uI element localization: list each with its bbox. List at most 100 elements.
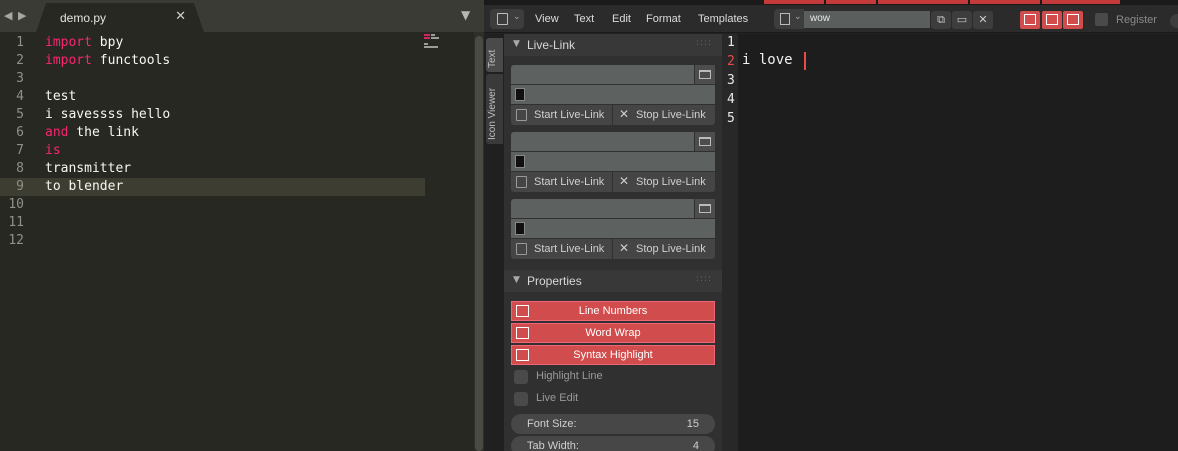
code-line[interactable]: test [45, 88, 76, 106]
start-live-link-button[interactable]: Start Live-Link [511, 239, 612, 259]
keyword-token: and [45, 125, 69, 140]
text-document-icon [780, 13, 790, 25]
chevron-down-icon: ⌄ [794, 12, 802, 22]
unlink-text-icon[interactable]: ✕ [973, 11, 993, 29]
run-script-button[interactable] [1170, 14, 1178, 28]
line-number: 12 [8, 233, 24, 248]
drag-grip-icon[interactable]: :::: [696, 38, 712, 48]
line-number: 11 [8, 215, 24, 230]
stop-live-link-button[interactable]: ✕ Stop Live-Link [613, 172, 715, 192]
line-numbers-icon [516, 305, 529, 317]
code-text: i savessss hello [45, 107, 171, 122]
code-line[interactable]: is [45, 142, 61, 160]
code-line[interactable]: and the link [45, 124, 139, 142]
register-checkbox[interactable] [1095, 13, 1108, 26]
drag-grip-icon[interactable]: :::: [696, 274, 712, 284]
link-icon [516, 109, 527, 121]
tab-icon-viewer[interactable]: Icon Viewer [486, 74, 503, 144]
code-text: bpy [91, 35, 124, 50]
highlight-line-label: Highlight Line [536, 370, 603, 382]
live-link-panel-header[interactable]: ▼ Live-Link :::: [504, 34, 722, 56]
code-line[interactable]: import functools [45, 52, 170, 70]
line-number: 3 [16, 71, 24, 86]
line-number: 2 [727, 54, 735, 69]
vertical-scrollbar[interactable] [474, 32, 484, 451]
register-label: Register [1116, 14, 1157, 26]
properties-panel-header[interactable]: ▼ Properties :::: [504, 270, 722, 292]
code-line[interactable]: to blender [45, 178, 123, 196]
open-folder-icon[interactable]: ▭ [952, 11, 972, 29]
editor-type-dropdown[interactable]: ⌄ [490, 9, 524, 29]
code-text: the link [68, 125, 139, 140]
menu-edit[interactable]: Edit [612, 13, 631, 25]
font-size-field[interactable]: Font Size: 15 [511, 414, 715, 434]
start-live-link-button[interactable]: Start Live-Link [511, 105, 612, 125]
menu-templates[interactable]: Templates [698, 13, 748, 25]
close-icon[interactable]: ✕ [175, 9, 186, 24]
minimap[interactable] [424, 34, 440, 64]
keyword-token: import [45, 35, 92, 50]
syntax-highlight-toggle-icon[interactable] [1063, 11, 1083, 29]
word-wrap-toggle-icon[interactable] [1042, 11, 1062, 29]
blender-text-area[interactable]: 1 2 3 4 5 i love [722, 34, 1178, 451]
text-editor-icon [497, 13, 508, 25]
code-text: to blender [45, 179, 124, 194]
tab-text[interactable]: Text [486, 38, 503, 72]
menu-view[interactable]: View [535, 13, 559, 25]
file-path-field[interactable] [511, 132, 694, 151]
text-block-name-field[interactable]: wow [804, 11, 930, 28]
duplicate-text-icon[interactable]: ⧉ [931, 11, 951, 29]
keyword-token: is [45, 143, 61, 158]
stop-live-link-button[interactable]: ✕ Stop Live-Link [613, 105, 715, 125]
tab-filename: demo.py [60, 11, 107, 25]
sidebar-tabs: Text Icon Viewer [484, 34, 504, 451]
menu-text[interactable]: Text [574, 13, 594, 25]
line-numbers-toggle-icon[interactable] [1020, 11, 1040, 29]
browse-folder-icon[interactable] [695, 65, 715, 84]
line-numbers-toggle[interactable]: Line Numbers [511, 301, 715, 321]
code-line[interactable]: i savessss hello [45, 106, 170, 124]
text-block-field[interactable] [511, 85, 715, 104]
menu-format[interactable]: Format [646, 13, 681, 25]
file-path-field[interactable] [511, 199, 694, 218]
live-link-entry: Start Live-Link ✕ Stop Live-Link [511, 199, 715, 259]
browse-folder-icon[interactable] [695, 132, 715, 151]
close-icon: ✕ [619, 107, 630, 121]
browse-folder-icon[interactable] [695, 199, 715, 218]
nav-back-icon[interactable]: ◀ [4, 9, 12, 22]
text-cursor [804, 52, 806, 70]
highlight-line-checkbox[interactable] [514, 370, 528, 384]
sidebar-panel: ▼ Live-Link :::: Start Live-Link ✕ Stop Li… [504, 34, 722, 451]
line-number: 6 [16, 125, 24, 140]
word-wrap-icon [516, 327, 529, 339]
panel-title: Live-Link [527, 38, 576, 52]
link-icon [516, 176, 527, 188]
tab-list-dropdown-icon[interactable]: ▼ [461, 8, 470, 22]
text-block-selector[interactable]: ⌄ wow [774, 9, 930, 29]
code-line[interactable]: transmitter [45, 160, 131, 178]
close-icon: ✕ [619, 174, 630, 188]
tab-bar: ◀ ▶ demo.py ✕ ▼ [0, 0, 484, 32]
line-number: 2 [16, 53, 24, 68]
live-edit-checkbox[interactable] [514, 392, 528, 406]
tab-demo-py[interactable]: demo.py ✕ [36, 3, 204, 32]
text-block-field[interactable] [511, 152, 715, 171]
nav-forward-icon[interactable]: ▶ [18, 9, 26, 22]
code-line[interactable]: import bpy [45, 34, 123, 52]
code-editor[interactable]: 1 2 3 4 5 6 7 8 9 10 11 12 import bpy import functoo… [0, 32, 474, 451]
word-wrap-toggle[interactable]: Word Wrap [511, 323, 715, 343]
syntax-highlight-toggle[interactable]: Syntax Highlight [511, 345, 715, 365]
scrollbar-thumb[interactable] [475, 36, 483, 451]
stop-live-link-button[interactable]: ✕ Stop Live-Link [613, 239, 715, 259]
link-icon [516, 243, 527, 255]
tab-width-field[interactable]: Tab Width: 4 [511, 436, 715, 451]
line-number: 5 [16, 107, 24, 122]
file-path-field[interactable] [511, 65, 694, 84]
line-number: 8 [16, 161, 24, 176]
close-icon: ✕ [619, 241, 630, 255]
text-browse-dropdown[interactable]: ⌄ [774, 9, 804, 29]
text-line[interactable]: i love [742, 51, 801, 70]
text-block-icon [515, 88, 525, 101]
text-block-field[interactable] [511, 219, 715, 238]
start-live-link-button[interactable]: Start Live-Link [511, 172, 612, 192]
